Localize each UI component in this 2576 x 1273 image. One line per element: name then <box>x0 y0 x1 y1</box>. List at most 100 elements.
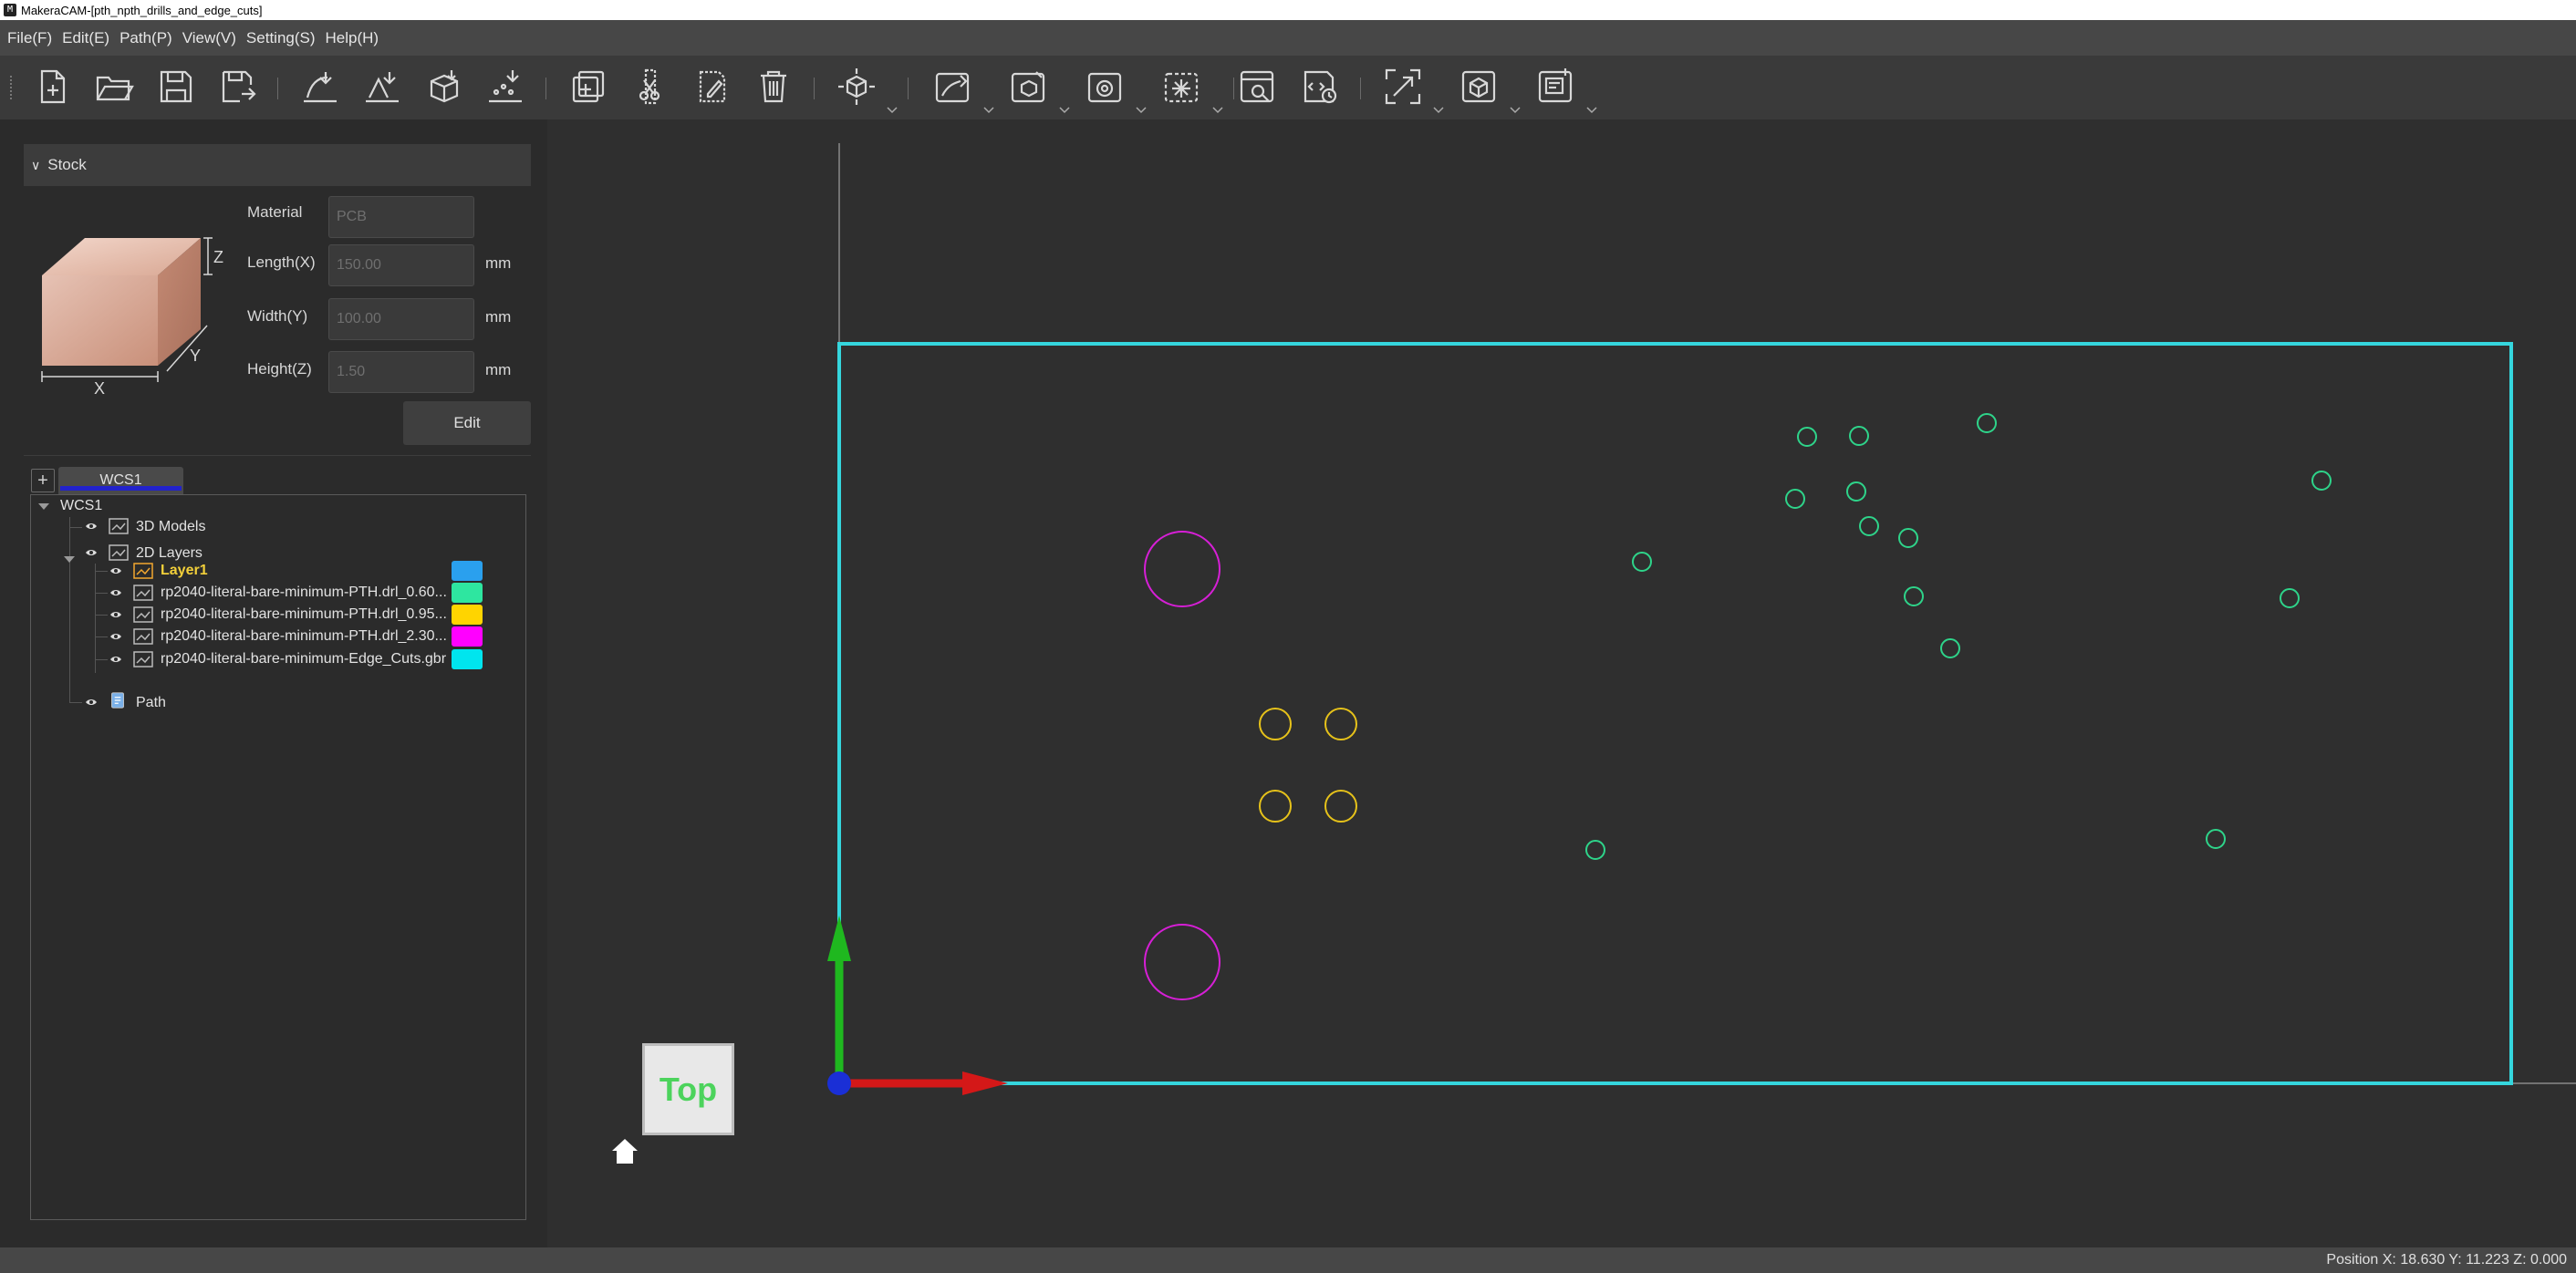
layer-color-swatch[interactable] <box>452 626 483 647</box>
eye-icon[interactable] <box>109 632 122 641</box>
edit-geometry-button[interactable] <box>690 65 733 109</box>
drill-button[interactable] <box>1084 65 1127 109</box>
small-drill-hole[interactable] <box>1904 586 1924 606</box>
transform-button[interactable] <box>835 65 878 109</box>
small-drill-hole[interactable] <box>1898 528 1918 548</box>
stock-section-header[interactable]: ∨ Stock <box>24 144 531 186</box>
2d-path-button[interactable] <box>931 65 975 109</box>
medium-drill-hole[interactable] <box>1324 708 1357 740</box>
edit-stock-button[interactable]: Edit <box>403 401 531 445</box>
save-button[interactable] <box>154 65 198 109</box>
large-drill-hole[interactable] <box>1144 531 1220 607</box>
medium-drill-hole[interactable] <box>1324 790 1357 823</box>
tree-layer-edge-cuts[interactable]: rp2040-literal-bare-minimum-Edge_Cuts.gb… <box>161 648 446 670</box>
large-drill-hole[interactable] <box>1144 924 1220 1000</box>
small-drill-hole[interactable] <box>2206 829 2226 849</box>
small-drill-hole[interactable] <box>2311 471 2332 491</box>
view-cube-top[interactable]: Top <box>642 1043 734 1135</box>
simulate-button[interactable] <box>1236 65 1280 109</box>
dropdown-arrow-icon[interactable] <box>1433 105 1444 114</box>
cut-button[interactable] <box>628 65 671 109</box>
add-button[interactable] <box>566 65 610 109</box>
dropdown-arrow-icon[interactable] <box>1059 105 1070 114</box>
laser-button[interactable] <box>1160 65 1204 109</box>
dropdown-arrow-icon[interactable] <box>1510 105 1521 114</box>
tree-layer-pth-095[interactable]: rp2040-literal-bare-minimum-PTH.drl_0.95… <box>161 604 447 626</box>
small-drill-hole[interactable] <box>1846 481 1866 502</box>
3d-view-button[interactable] <box>1458 65 1501 109</box>
medium-drill-hole[interactable] <box>1259 708 1292 740</box>
save-as-button[interactable] <box>216 65 260 109</box>
makeracam-window: M MakeraCAM-[pth_npth_drills_and_edge_cu… <box>0 0 2576 1273</box>
length-input[interactable]: 150.00 <box>328 244 474 286</box>
small-drill-hole[interactable] <box>1940 638 1960 658</box>
tree-layer-pth-060[interactable]: rp2040-literal-bare-minimum-PTH.drl_0.60… <box>161 582 447 604</box>
eye-icon[interactable] <box>109 566 122 575</box>
small-drill-hole[interactable] <box>1977 413 1997 433</box>
active-tab-indicator <box>60 486 182 491</box>
eye-icon[interactable] <box>85 698 98 707</box>
small-drill-hole[interactable] <box>1859 516 1879 536</box>
small-drill-hole[interactable] <box>1797 427 1817 447</box>
tree-path[interactable]: Path <box>136 692 166 714</box>
eye-icon[interactable] <box>109 655 122 664</box>
dropdown-arrow-icon[interactable] <box>1136 105 1147 114</box>
menu-file[interactable]: File(F) <box>7 29 52 47</box>
dropdown-arrow-icon[interactable] <box>887 105 898 114</box>
eye-icon[interactable] <box>109 610 122 619</box>
dropdown-arrow-icon[interactable] <box>1212 105 1223 114</box>
new-file-icon <box>40 69 66 104</box>
width-input[interactable]: 100.00 <box>328 298 474 340</box>
menu-view[interactable]: View(V) <box>182 29 236 47</box>
expand-arrow-icon[interactable] <box>38 503 49 510</box>
title-bar: M MakeraCAM-[pth_npth_drills_and_edge_cu… <box>0 0 2576 20</box>
tree-layer1[interactable]: Layer1 <box>161 560 208 582</box>
report-button[interactable] <box>1534 65 1578 109</box>
height-input[interactable]: 1.50 <box>328 351 474 393</box>
left-panel: ∨ Stock X Y Z Material PCB Length(X) 150 <box>0 119 547 1247</box>
import-3d-button[interactable] <box>422 65 466 109</box>
tree-layer-pth-230[interactable]: rp2040-literal-bare-minimum-PTH.drl_2.30… <box>161 626 447 647</box>
board-edge-outline[interactable] <box>837 342 2513 1085</box>
toolbar-separator <box>1360 78 1361 99</box>
eye-icon[interactable] <box>85 548 98 557</box>
gcode-button[interactable] <box>1298 65 1342 109</box>
layer-color-swatch[interactable] <box>452 561 483 581</box>
small-drill-hole[interactable] <box>1585 840 1605 860</box>
tree-guide <box>69 702 82 703</box>
import-2d-button[interactable] <box>298 65 342 109</box>
import-dots-button[interactable] <box>483 65 527 109</box>
open-file-button[interactable] <box>92 65 136 109</box>
3d-viewport[interactable] <box>547 119 2576 1247</box>
small-drill-hole[interactable] <box>2280 588 2300 608</box>
material-select[interactable]: PCB <box>328 196 474 238</box>
new-file-button[interactable] <box>31 65 75 109</box>
fit-view-button[interactable] <box>1381 65 1425 109</box>
menu-setting[interactable]: Setting(S) <box>246 29 316 47</box>
add-wcs-button[interactable]: + <box>31 469 55 492</box>
3d-path-button[interactable] <box>1007 65 1051 109</box>
tree-guide <box>69 527 82 528</box>
layer-color-swatch[interactable] <box>452 605 483 625</box>
small-drill-hole[interactable] <box>1785 489 1805 509</box>
toolbar-grip[interactable] <box>10 76 13 99</box>
layer-color-swatch[interactable] <box>452 583 483 603</box>
delete-button[interactable] <box>752 65 795 109</box>
eye-icon[interactable] <box>85 522 98 531</box>
dropdown-arrow-icon[interactable] <box>1586 105 1597 114</box>
tree-root-wcs1[interactable]: WCS1 <box>60 495 102 517</box>
eye-icon[interactable] <box>109 588 122 597</box>
tree-3d-models[interactable]: 3D Models <box>136 516 205 538</box>
small-drill-hole[interactable] <box>1849 426 1869 446</box>
layer-color-swatch[interactable] <box>452 649 483 669</box>
menu-path[interactable]: Path(P) <box>119 29 172 47</box>
dropdown-arrow-icon[interactable] <box>983 105 994 114</box>
expand-arrow-icon[interactable] <box>64 556 75 563</box>
viewport-drawing[interactable] <box>547 119 2576 1247</box>
home-view-icon[interactable] <box>609 1135 640 1166</box>
menu-edit[interactable]: Edit(E) <box>62 29 109 47</box>
medium-drill-hole[interactable] <box>1259 790 1292 823</box>
import-arc-button[interactable] <box>360 65 404 109</box>
menu-help[interactable]: Help(H) <box>326 29 379 47</box>
small-drill-hole[interactable] <box>1632 552 1652 572</box>
